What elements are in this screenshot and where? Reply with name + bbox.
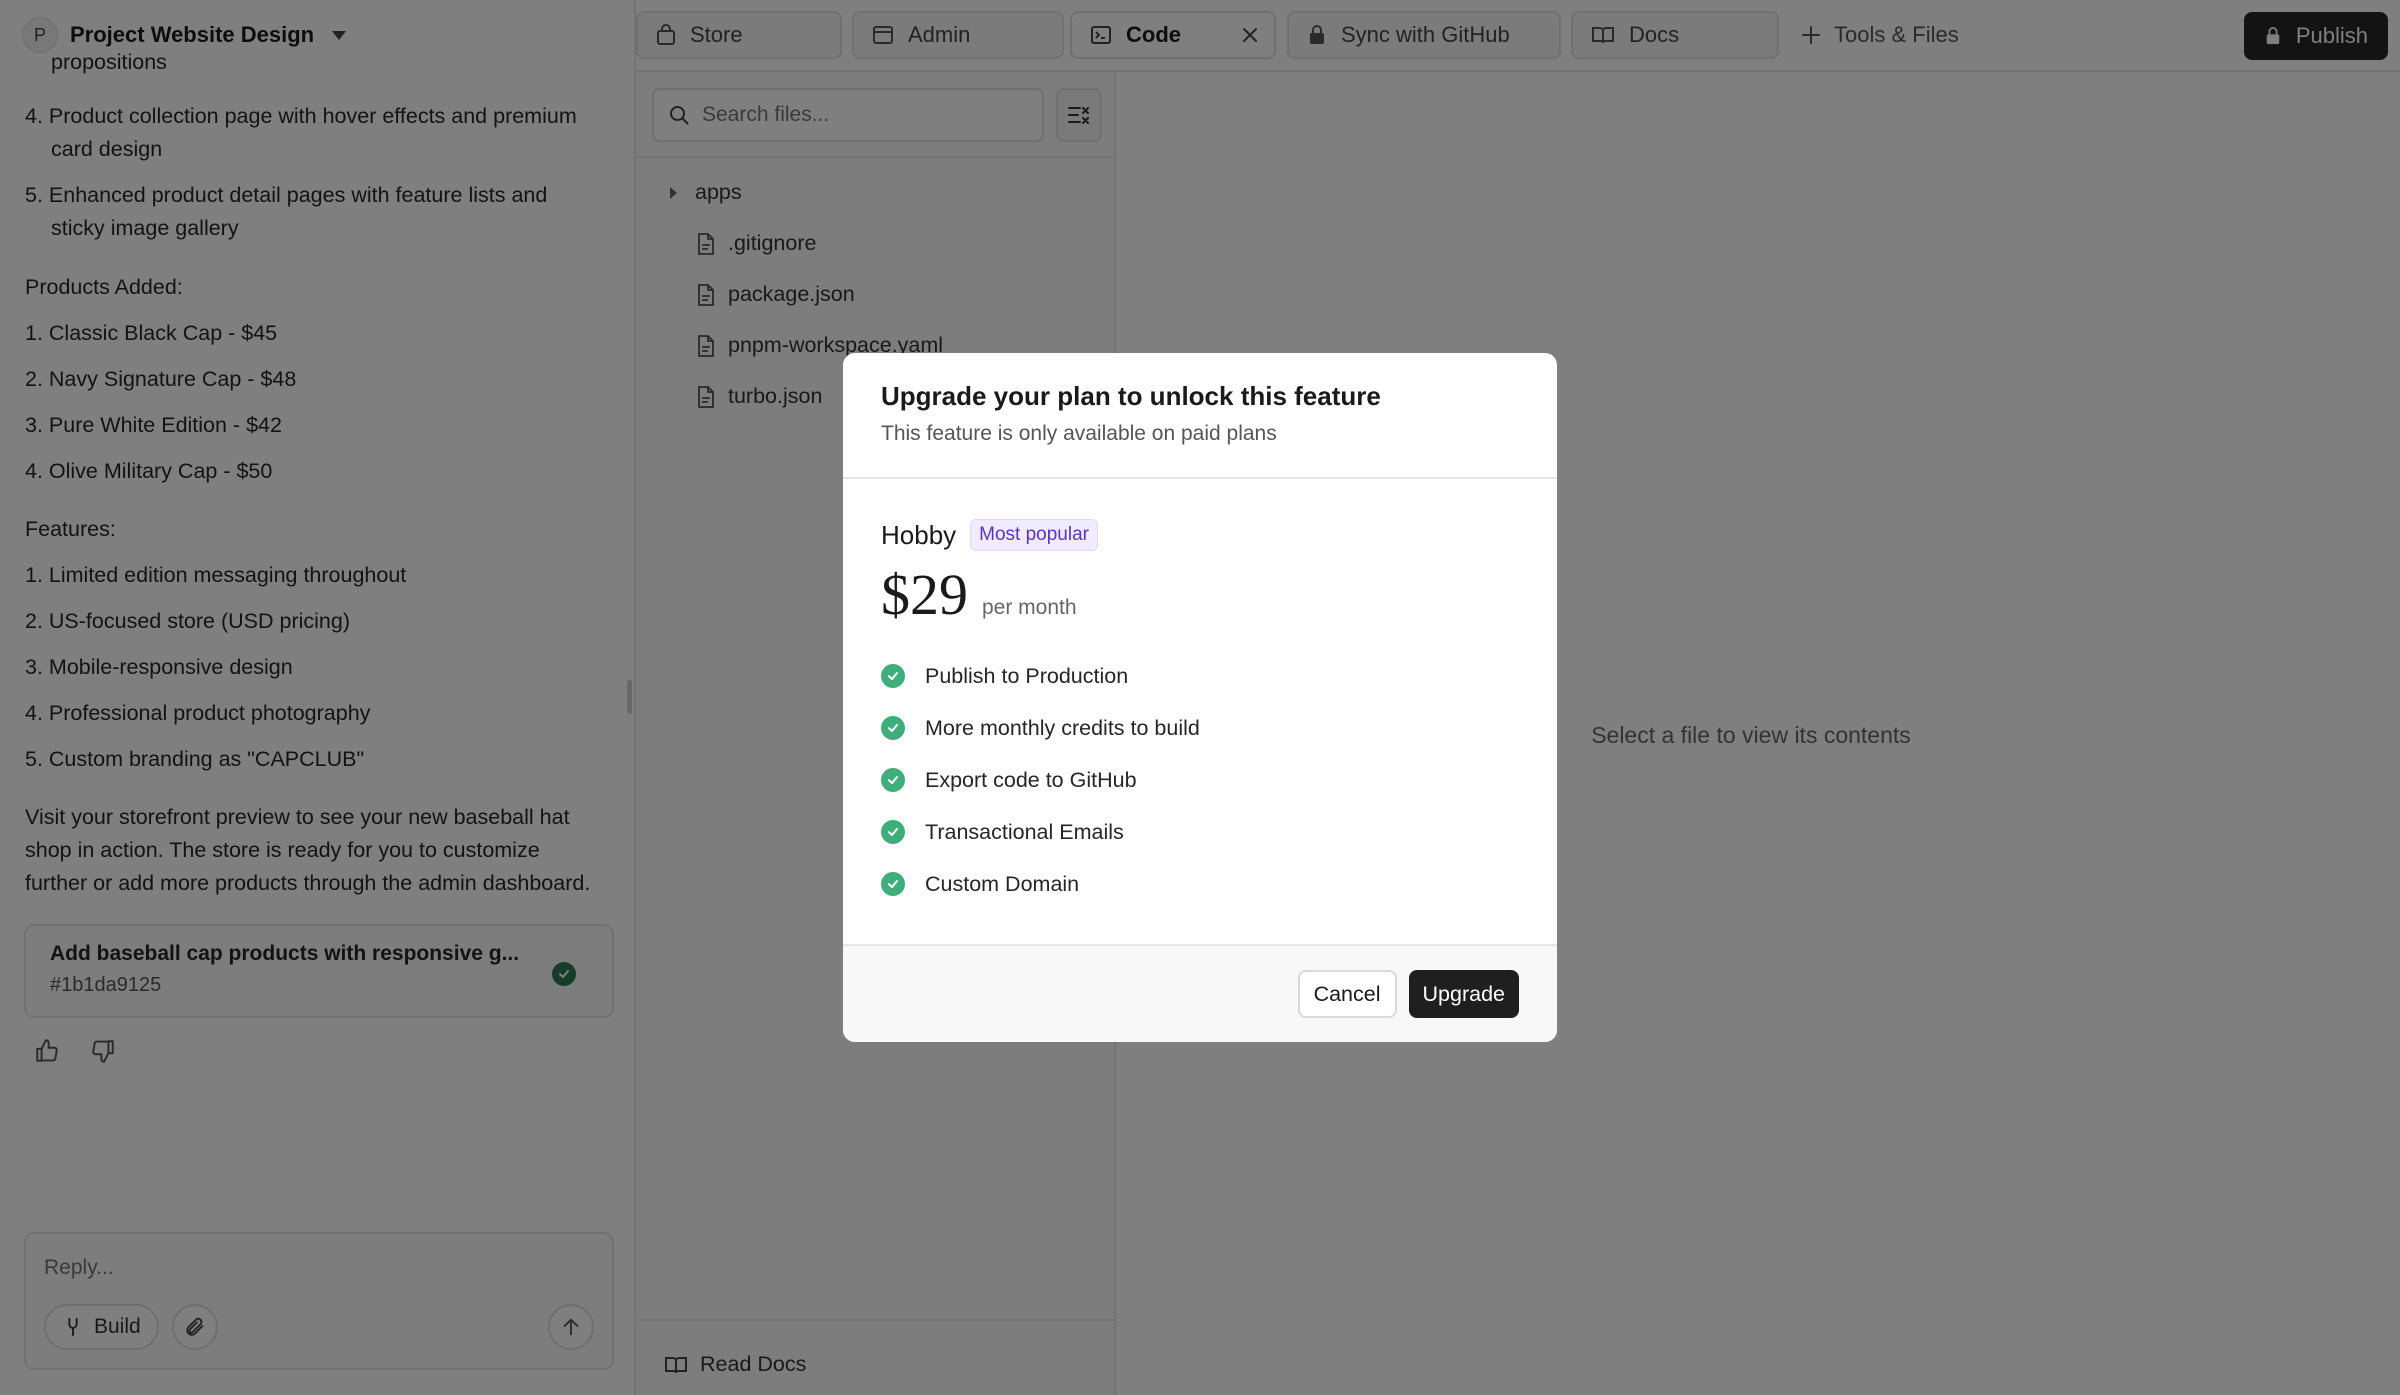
modal-title: Upgrade your plan to unlock this feature bbox=[881, 381, 1381, 411]
upgrade-button[interactable]: Upgrade bbox=[1408, 970, 1519, 1018]
plan-features: Publish to Production More monthly credi… bbox=[881, 650, 1519, 910]
check-circle-icon bbox=[881, 716, 905, 740]
plan-feature: Export code to GitHub bbox=[881, 754, 1519, 806]
plan-feature: More monthly credits to build bbox=[881, 702, 1519, 754]
plan-feature-label: Publish to Production bbox=[925, 663, 1129, 688]
check-circle-icon bbox=[881, 664, 905, 688]
plan-feature: Custom Domain bbox=[881, 858, 1519, 910]
modal-footer: Cancel Upgrade bbox=[843, 944, 1557, 1042]
plan-price: $29 bbox=[881, 562, 968, 627]
modal-subtitle: This feature is only available on paid p… bbox=[881, 422, 1277, 445]
cancel-button[interactable]: Cancel bbox=[1297, 970, 1397, 1018]
plan-feature-label: More monthly credits to build bbox=[925, 715, 1200, 740]
plan-card: Hobby Most popular $29 per month Publish… bbox=[843, 479, 1557, 911]
most-popular-badge: Most popular bbox=[970, 519, 1098, 551]
plan-feature-label: Custom Domain bbox=[925, 871, 1080, 896]
plan-feature: Transactional Emails bbox=[881, 806, 1519, 858]
plan-feature: Publish to Production bbox=[881, 650, 1519, 702]
price-unit: per month bbox=[982, 596, 1077, 619]
check-circle-icon bbox=[881, 768, 905, 792]
check-circle-icon bbox=[881, 820, 905, 844]
check-circle-icon bbox=[881, 872, 905, 896]
upgrade-modal: Upgrade your plan to unlock this feature… bbox=[843, 353, 1557, 1042]
plan-feature-label: Export code to GitHub bbox=[925, 767, 1137, 792]
modal-header: Upgrade your plan to unlock this feature… bbox=[843, 353, 1557, 479]
plan-name: Hobby bbox=[881, 519, 957, 550]
plan-feature-label: Transactional Emails bbox=[925, 819, 1124, 844]
